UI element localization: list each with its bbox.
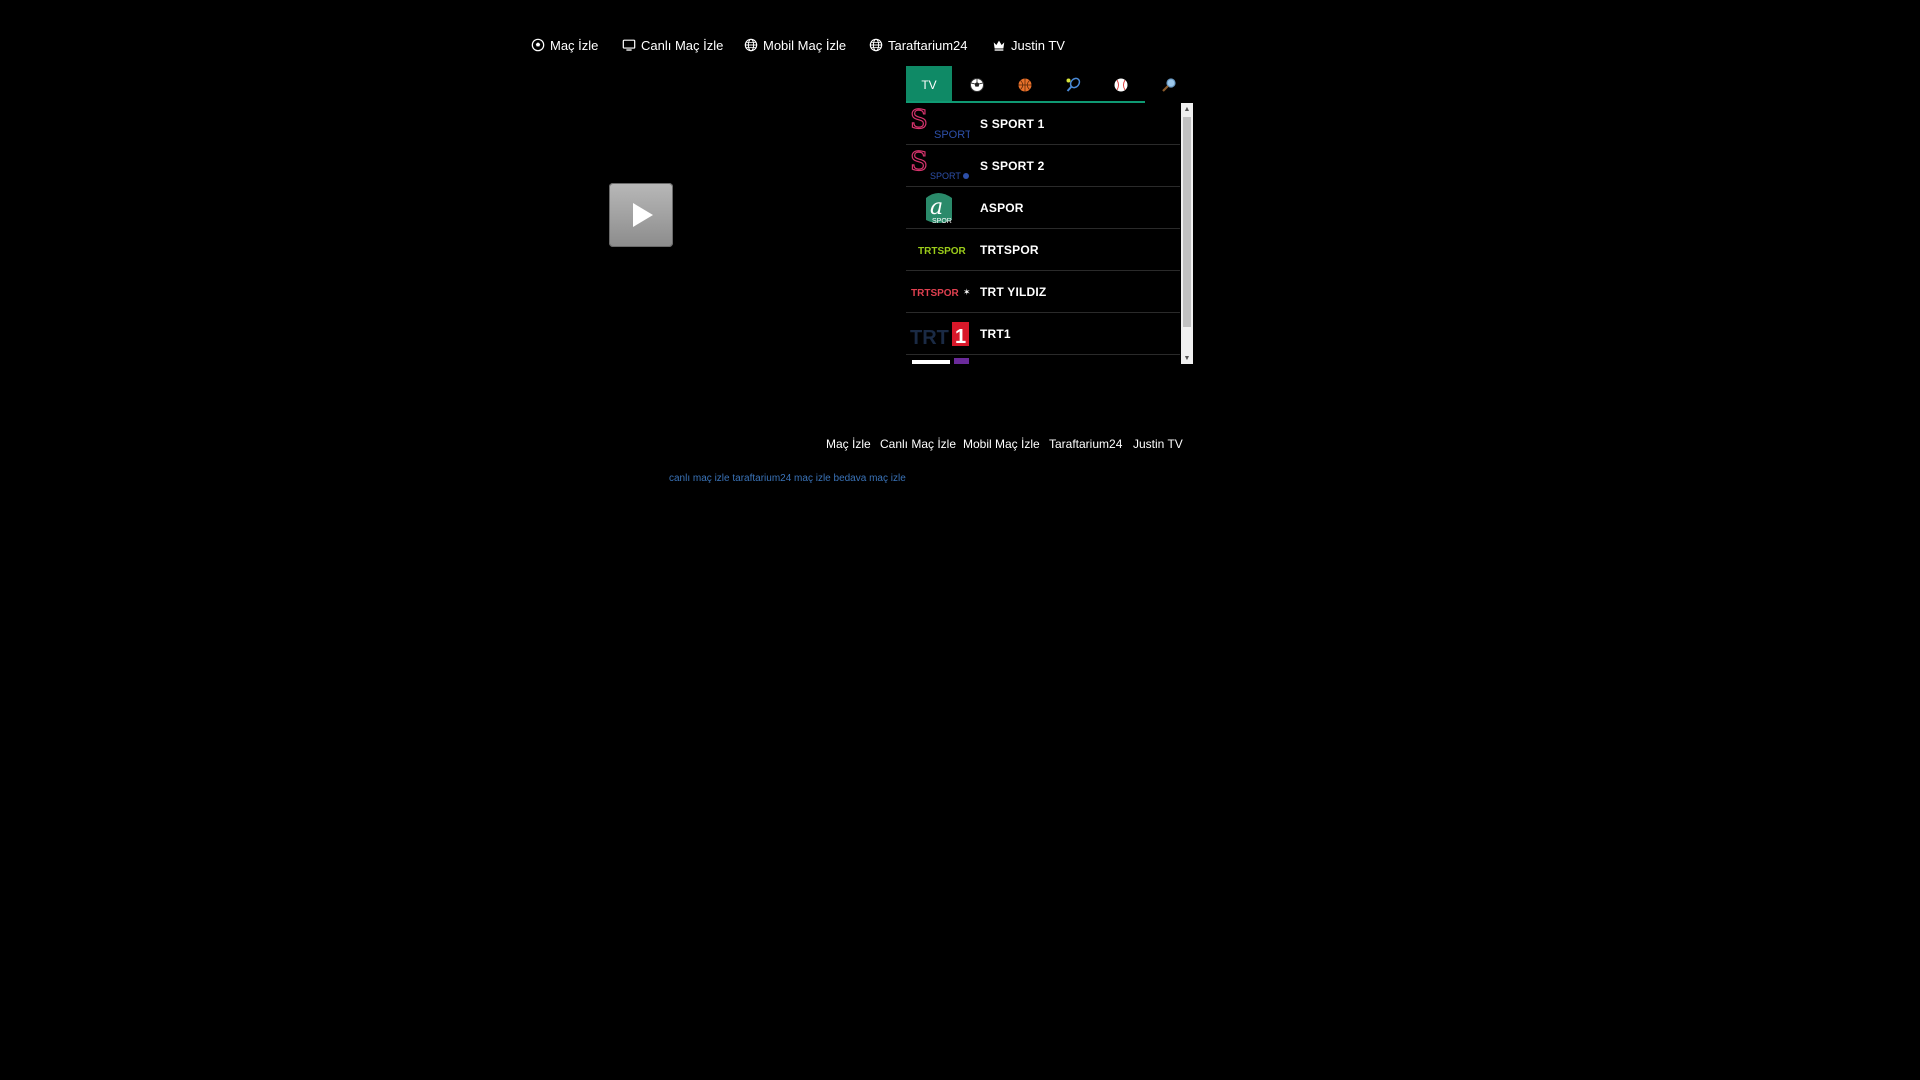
- footer-link-mobil-mac-izle[interactable]: Mobil Maç İzle: [963, 437, 1040, 451]
- scroll-up-arrow[interactable]: ▲: [1181, 103, 1193, 115]
- s-sport-2-logo: S SPORT: [906, 145, 972, 186]
- channel-row[interactable]: TRTSPOR ✶ TRT YILDIZ: [906, 271, 1180, 313]
- nav-label: Taraftarium24: [888, 37, 968, 53]
- top-nav: Maç İzle Canlı Maç İzle Mobil Maç İzle T…: [0, 34, 1568, 56]
- channel-row[interactable]: [906, 355, 1180, 364]
- globe-icon: [744, 38, 758, 52]
- svg-text:TRTSPOR: TRTSPOR: [911, 288, 960, 299]
- scroll-down-arrow[interactable]: ▼: [1181, 352, 1193, 364]
- trt1-logo: TRT 1: [906, 313, 972, 354]
- svg-text:a: a: [930, 195, 943, 220]
- channel-name: TRT1: [980, 326, 1011, 341]
- channel-row[interactable]: S SPORT S SPORT 2: [906, 145, 1180, 187]
- monitor-icon: [622, 38, 636, 52]
- svg-text:TRT: TRT: [910, 327, 949, 349]
- svg-text:S: S: [910, 106, 928, 135]
- search-icon: [1162, 77, 1176, 92]
- nav-label: Canlı Maç İzle: [641, 37, 724, 53]
- svg-text:✶: ✶: [963, 287, 970, 297]
- aspor-logo: a SPOR: [906, 187, 972, 228]
- channel-row[interactable]: TRT 1 TRT1: [906, 313, 1180, 355]
- nav-label: Maç İzle: [550, 37, 599, 53]
- svg-text:1: 1: [955, 326, 966, 348]
- nav-taraftarium24[interactable]: Taraftarium24: [869, 34, 967, 56]
- tab-tv[interactable]: TV: [906, 66, 952, 103]
- crown-icon: [992, 38, 1006, 52]
- footer-link-mac-izle[interactable]: Maç İzle: [826, 437, 871, 451]
- channel-name: S SPORT 2: [980, 158, 1045, 173]
- category-tabs: TV: [906, 66, 1193, 103]
- channel-row[interactable]: a SPOR ASPOR: [906, 187, 1180, 229]
- scrollbar[interactable]: ▲ ▼: [1181, 103, 1193, 364]
- footer-link-justin-tv[interactable]: Justin TV: [1133, 437, 1183, 451]
- tab-basketball[interactable]: [1002, 66, 1048, 103]
- trtspor-logo: TRTSPOR: [906, 229, 972, 270]
- tab-football[interactable]: [954, 66, 1000, 103]
- s-sport-logo: S SPORT: [906, 103, 972, 144]
- svg-text:S: S: [910, 148, 928, 177]
- tab-label: TV: [921, 77, 937, 92]
- video-player[interactable]: [391, 66, 891, 366]
- channel-name: ASPOR: [980, 200, 1024, 215]
- soccer-ball-icon: [970, 77, 984, 92]
- seo-links[interactable]: canlı maç izle taraftarium24 maç izle be…: [669, 473, 906, 484]
- nav-justin-tv[interactable]: Justin TV: [992, 34, 1065, 56]
- svg-text:TRTSPOR: TRTSPOR: [918, 246, 967, 257]
- channel-logo: [906, 355, 972, 364]
- svg-text:SPOR: SPOR: [932, 218, 952, 225]
- trt-yildiz-logo: TRTSPOR ✶: [906, 271, 972, 312]
- scrollbar-thumb[interactable]: [1183, 117, 1191, 327]
- channel-name: S SPORT 1: [980, 116, 1045, 131]
- baseball-icon: [1114, 78, 1128, 91]
- footer-link-canli-mac-izle[interactable]: Canlı Maç İzle: [880, 437, 956, 451]
- channel-name: TRT YILDIZ: [980, 284, 1047, 299]
- nav-label: Justin TV: [1011, 37, 1065, 53]
- play-icon: [633, 203, 653, 227]
- footer-nav: Maç İzle Canlı Maç İzle Mobil Maç İzle T…: [0, 437, 1568, 455]
- tab-tennis[interactable]: [1050, 66, 1096, 103]
- nav-mobil-mac-izle[interactable]: Mobil Maç İzle: [744, 34, 846, 56]
- channel-list[interactable]: S SPORT S SPORT 1 S SPORT S SPORT 2 a SPOR …: [906, 103, 1193, 364]
- svg-text:SPORT: SPORT: [934, 129, 970, 141]
- globe-icon: [869, 38, 883, 52]
- play-button[interactable]: [609, 183, 673, 247]
- svg-text:SPORT: SPORT: [930, 171, 961, 181]
- soccer-ball-icon: [531, 38, 545, 52]
- footer-link-taraftarium24[interactable]: Taraftarium24: [1049, 437, 1122, 451]
- nav-canli-mac-izle[interactable]: Canlı Maç İzle: [622, 34, 723, 56]
- nav-mac-izle[interactable]: Maç İzle: [531, 34, 598, 56]
- tab-baseball[interactable]: [1098, 66, 1144, 103]
- basketball-icon: [1018, 78, 1032, 91]
- channel-row[interactable]: TRTSPOR TRTSPOR: [906, 229, 1180, 271]
- tab-search[interactable]: [1146, 66, 1192, 103]
- tennis-icon: [1066, 77, 1081, 92]
- channel-row[interactable]: S SPORT S SPORT 1: [906, 103, 1180, 145]
- nav-label: Mobil Maç İzle: [763, 37, 847, 53]
- channel-name: TRTSPOR: [980, 242, 1039, 257]
